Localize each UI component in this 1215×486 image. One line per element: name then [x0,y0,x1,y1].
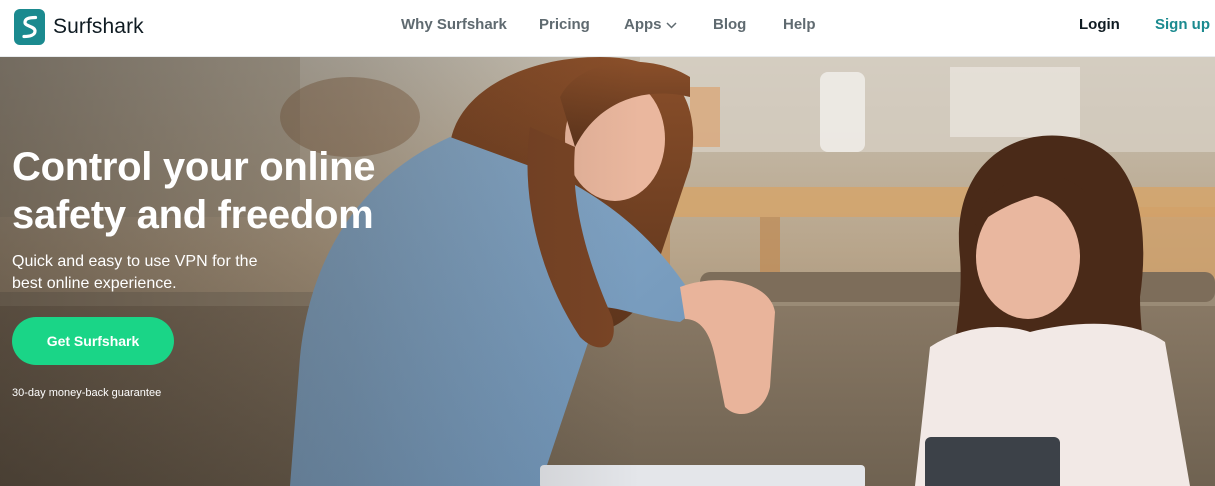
hero-section: Control your online safety and freedom Q… [0,57,1215,486]
surfshark-logo-icon [14,9,45,45]
login-link[interactable]: Login [1079,0,1120,48]
signup-label: Sign up [1155,15,1210,33]
hero-title: Control your online safety and freedom [12,145,376,237]
get-surfshark-button[interactable]: Get Surfshark [12,317,174,365]
nav-blog-label: Blog [713,15,747,33]
top-navigation-bar: Surfshark Why Surfshark Pricing Apps Blo… [0,0,1215,57]
nav-apps-label: Apps [624,15,662,33]
nav-help-label: Help [783,15,816,33]
nav-why-surfshark[interactable]: Why Surfshark [401,0,507,48]
money-back-guarantee-note: 30-day money-back guarantee [12,387,162,399]
nav-pricing[interactable]: Pricing [539,0,590,48]
brand-name: Surfshark [53,15,144,38]
nav-pricing-label: Pricing [539,15,590,33]
login-label: Login [1079,15,1120,33]
nav-help[interactable]: Help [783,0,816,48]
nav-why-surfshark-label: Why Surfshark [401,15,507,33]
signup-link[interactable]: Sign up [1155,0,1210,48]
chevron-down-icon [665,16,677,33]
brand-logo-link[interactable]: Surfshark [14,7,144,47]
nav-blog[interactable]: Blog [713,0,746,48]
hero-subtitle: Quick and easy to use VPN for the best o… [12,253,258,292]
nav-apps-dropdown[interactable]: Apps [624,0,677,48]
